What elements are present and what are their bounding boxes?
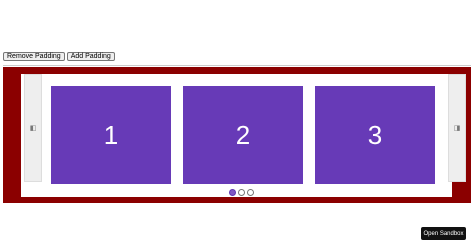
carousel-container: ◧ 1 2 3 ◨ — [21, 74, 466, 197]
carousel-prev-button[interactable]: ◧ — [24, 74, 42, 182]
carousel-next-button[interactable]: ◨ — [448, 74, 466, 182]
slide-label: 1 — [103, 119, 119, 150]
carousel-dot-2[interactable] — [238, 189, 245, 196]
carousel-dots — [229, 189, 254, 196]
prev-arrow-icon: ◧ — [29, 125, 37, 132]
next-arrow-icon: ◨ — [453, 125, 461, 132]
open-sandbox-button[interactable]: Open Sandbox — [421, 227, 466, 240]
divider — [3, 65, 471, 66]
carousel-slide-1: 1 — [51, 86, 171, 184]
carousel-dot-3[interactable] — [247, 189, 254, 196]
carousel-slide-3: 3 — [315, 86, 435, 184]
slide-label: 3 — [367, 119, 383, 150]
slide-label: 2 — [235, 119, 251, 150]
add-padding-button[interactable]: Add Padding — [66, 52, 115, 61]
carousel-frame: ◧ 1 2 3 ◨ — [3, 67, 471, 203]
carousel-dot-1[interactable] — [229, 189, 236, 196]
carousel-slide-2: 2 — [183, 86, 303, 184]
remove-padding-button[interactable]: Remove Padding — [3, 52, 65, 61]
toolbar: Remove Padding Add Padding — [3, 52, 115, 61]
